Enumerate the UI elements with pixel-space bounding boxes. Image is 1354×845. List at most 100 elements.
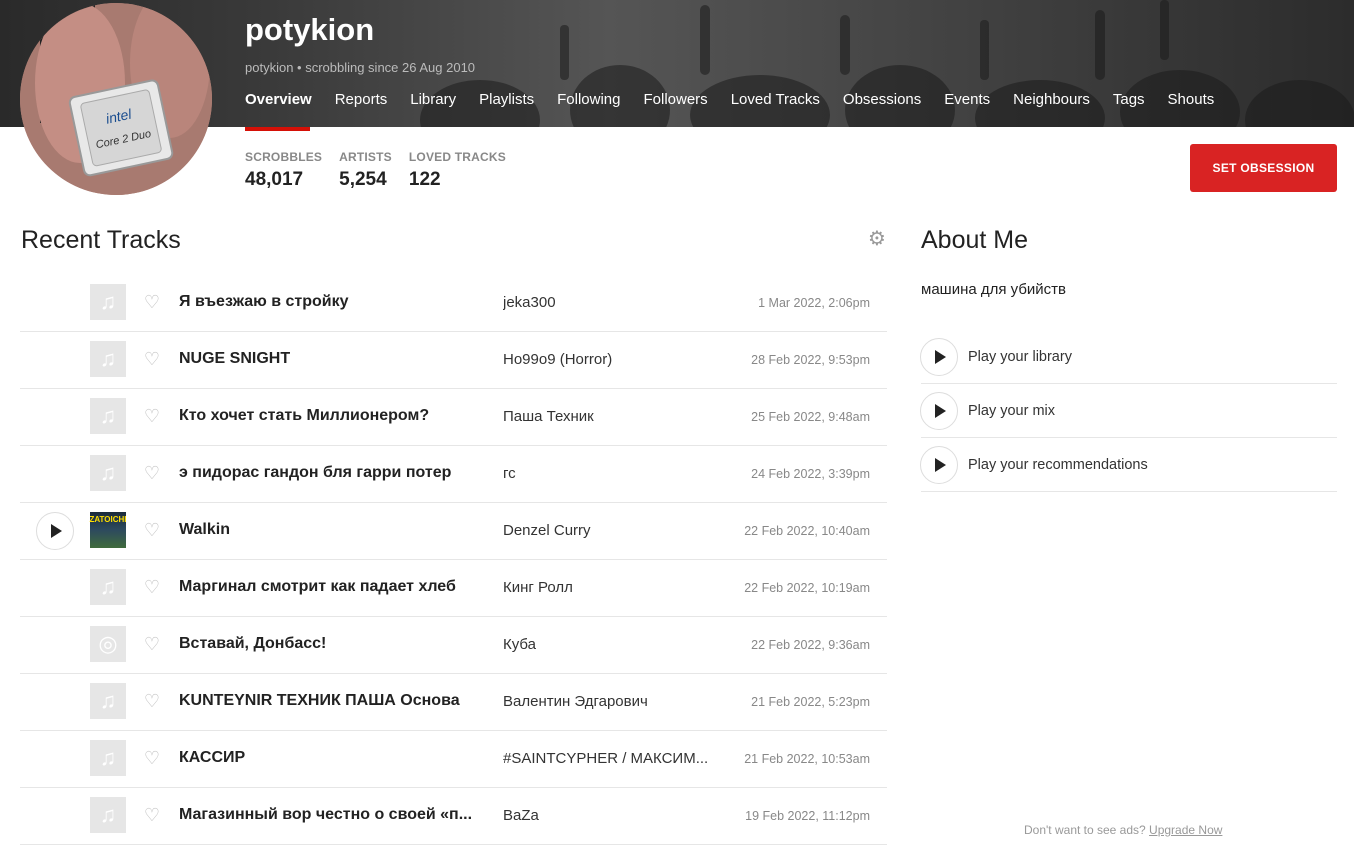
music-note-icon[interactable]: ♫ xyxy=(90,569,126,605)
music-note-icon[interactable]: ♫ xyxy=(90,284,126,320)
heart-icon[interactable]: ♡ xyxy=(142,577,162,597)
track-artist[interactable]: Валентин Эдгарович xyxy=(503,693,711,710)
music-note-icon[interactable]: ♫ xyxy=(90,797,126,833)
music-note-icon[interactable]: ♫ xyxy=(90,683,126,719)
heart-icon[interactable]: ♡ xyxy=(142,349,162,369)
about-me-title: About Me xyxy=(921,226,1029,254)
play-icon[interactable] xyxy=(36,512,74,550)
tab-shouts[interactable]: Shouts xyxy=(1168,91,1215,108)
recent-tracks-list: ♫ ♡ Я въезжаю в стройку jeka300 1 Mar 20… xyxy=(20,275,887,845)
track-artist[interactable]: Куба xyxy=(503,636,711,653)
tab-reports[interactable]: Reports xyxy=(335,91,388,108)
stat-value: 5,254 xyxy=(339,169,387,190)
album-cover[interactable]: ZATOICHI xyxy=(89,512,127,548)
track-title[interactable]: KUNTEYNIR ТЕХНИК ПАША Основа xyxy=(179,692,484,710)
play-mix-label[interactable]: Play your mix xyxy=(968,403,1055,419)
stat-label: LOVED TRACKS xyxy=(408,150,506,164)
play-icon[interactable] xyxy=(920,338,958,376)
avatar-image: intel Core 2 Duo xyxy=(20,3,212,195)
profile-stats: SCROBBLES 48,017 ARTISTS 5,254 LOVED TRA… xyxy=(245,150,523,191)
track-title[interactable]: Магазинный вор честно о своей «п... xyxy=(179,806,484,824)
track-row[interactable]: ♫ ♡ Я въезжаю в стройку jeka300 1 Mar 20… xyxy=(20,275,887,332)
active-tab-indicator xyxy=(245,127,310,131)
play-icon[interactable] xyxy=(920,446,958,484)
track-title[interactable]: Вставай, Донбасс! xyxy=(179,635,484,653)
tab-overview[interactable]: Overview xyxy=(245,91,312,108)
track-timestamp: 22 Feb 2022, 10:19am xyxy=(744,581,870,595)
track-row[interactable]: ♫ ♡ КАССИР #SAINTCYPHER / МАКСИМ... 21 F… xyxy=(20,731,887,788)
heart-icon[interactable]: ♡ xyxy=(142,805,162,825)
track-timestamp: 28 Feb 2022, 9:53pm xyxy=(751,353,870,367)
track-artist[interactable]: гс xyxy=(503,465,711,482)
heart-icon[interactable]: ♡ xyxy=(142,520,162,540)
track-timestamp: 24 Feb 2022, 3:39pm xyxy=(751,467,870,481)
tab-followers[interactable]: Followers xyxy=(644,91,708,108)
play-recommendations-label[interactable]: Play your recommendations xyxy=(968,457,1148,473)
tab-following[interactable]: Following xyxy=(557,91,620,108)
track-timestamp: 21 Feb 2022, 5:23pm xyxy=(751,695,870,709)
track-timestamp: 21 Feb 2022, 10:53am xyxy=(744,752,870,766)
track-timestamp: 22 Feb 2022, 10:40am xyxy=(744,524,870,538)
disc-icon[interactable]: ◎ xyxy=(90,626,126,662)
track-artist[interactable]: Кинг Ролл xyxy=(503,579,711,596)
track-artist[interactable]: Ho99o9 (Horror) xyxy=(503,351,711,368)
stat-loved-tracks[interactable]: LOVED TRACKS 122 xyxy=(409,150,506,191)
track-row[interactable]: ♫ ♡ Кто хочет стать Миллионером? Паша Те… xyxy=(20,389,887,446)
gear-icon[interactable]: ⚙ xyxy=(867,229,887,249)
track-artist[interactable]: #SAINTCYPHER / МАКСИМ... xyxy=(503,750,711,767)
track-title[interactable]: э пидорас гандон бля гарри потер xyxy=(179,464,484,482)
tab-library[interactable]: Library xyxy=(410,91,456,108)
play-options-list: Play your library Play your mix Play you… xyxy=(920,330,1337,492)
tab-events[interactable]: Events xyxy=(944,91,990,108)
track-title[interactable]: Я въезжаю в стройку xyxy=(179,293,484,311)
track-row[interactable]: ♫ ♡ KUNTEYNIR ТЕХНИК ПАША Основа Валенти… xyxy=(20,674,887,731)
music-note-icon[interactable]: ♫ xyxy=(90,455,126,491)
heart-icon[interactable]: ♡ xyxy=(142,292,162,312)
tab-loved-tracks[interactable]: Loved Tracks xyxy=(731,91,820,108)
upgrade-now-link[interactable]: Upgrade Now xyxy=(1149,823,1222,837)
track-artist[interactable]: Паша Техник xyxy=(503,408,711,425)
tab-obsessions[interactable]: Obsessions xyxy=(843,91,921,108)
tab-tags[interactable]: Tags xyxy=(1113,91,1145,108)
track-title[interactable]: Кто хочет стать Миллионером? xyxy=(179,407,484,425)
play-icon[interactable] xyxy=(920,392,958,430)
track-row[interactable]: ◎ ♡ Вставай, Донбасс! Куба 22 Feb 2022, … xyxy=(20,617,887,674)
ads-notice: Don't want to see ads? Upgrade Now xyxy=(1024,823,1222,837)
heart-icon[interactable]: ♡ xyxy=(142,748,162,768)
music-note-icon[interactable]: ♫ xyxy=(90,398,126,434)
track-title[interactable]: КАССИР xyxy=(179,749,484,767)
stat-value: 48,017 xyxy=(245,169,304,190)
play-library-item[interactable]: Play your library xyxy=(920,330,1337,384)
stat-scrobbles[interactable]: SCROBBLES 48,017 xyxy=(245,150,322,191)
track-timestamp: 22 Feb 2022, 9:36am xyxy=(751,638,870,652)
track-timestamp: 25 Feb 2022, 9:48am xyxy=(751,410,870,424)
set-obsession-button[interactable]: SET OBSESSION xyxy=(1190,144,1337,192)
track-row[interactable]: ♫ ♡ Магазинный вор честно о своей «п... … xyxy=(20,788,887,845)
music-note-icon[interactable]: ♫ xyxy=(90,740,126,776)
track-artist[interactable]: jeka300 xyxy=(503,294,711,311)
track-row[interactable]: ♫ ♡ Маргинал смотрит как падает хлеб Кин… xyxy=(20,560,887,617)
track-row[interactable]: ZATOICHI ♡ Walkin Denzel Curry 22 Feb 20… xyxy=(20,503,887,560)
heart-icon[interactable]: ♡ xyxy=(142,691,162,711)
heart-icon[interactable]: ♡ xyxy=(142,634,162,654)
track-title[interactable]: NUGE SNIGHT xyxy=(179,350,484,368)
track-title[interactable]: Маргинал смотрит как падает хлеб xyxy=(179,578,484,596)
tab-neighbours[interactable]: Neighbours xyxy=(1013,91,1090,108)
heart-icon[interactable]: ♡ xyxy=(142,463,162,483)
track-row[interactable]: ♫ ♡ э пидорас гандон бля гарри потер гс … xyxy=(20,446,887,503)
avatar[interactable]: intel Core 2 Duo xyxy=(20,3,212,195)
track-artist[interactable]: BaZa xyxy=(503,807,711,824)
tab-playlists[interactable]: Playlists xyxy=(479,91,534,108)
track-title[interactable]: Walkin xyxy=(179,521,484,539)
track-timestamp: 1 Mar 2022, 2:06pm xyxy=(758,296,870,310)
stat-value: 122 xyxy=(408,169,441,190)
stat-artists[interactable]: ARTISTS 5,254 xyxy=(339,150,392,191)
play-mix-item[interactable]: Play your mix xyxy=(920,384,1337,438)
heart-icon[interactable]: ♡ xyxy=(142,406,162,426)
play-recommendations-item[interactable]: Play your recommendations xyxy=(920,438,1337,492)
music-note-icon[interactable]: ♫ xyxy=(90,341,126,377)
track-row[interactable]: ♫ ♡ NUGE SNIGHT Ho99o9 (Horror) 28 Feb 2… xyxy=(20,332,887,389)
play-library-label[interactable]: Play your library xyxy=(968,349,1072,365)
track-artist[interactable]: Denzel Curry xyxy=(503,522,711,539)
ads-text: Don't want to see ads? xyxy=(1024,823,1146,837)
